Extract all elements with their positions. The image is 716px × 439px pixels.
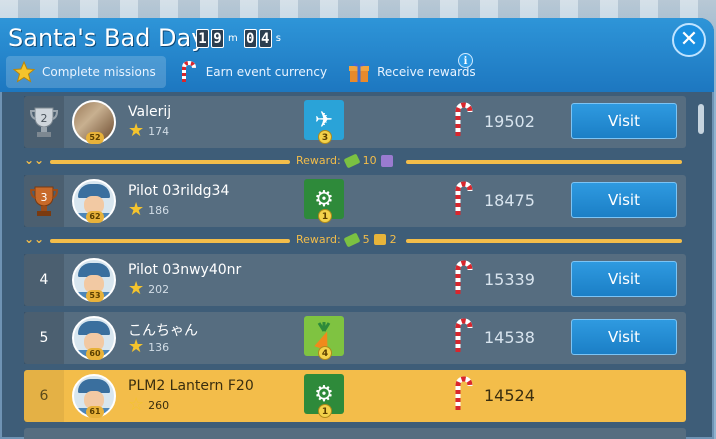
level-badge: 52 <box>86 132 104 144</box>
event-leaderboard-window: Santa's Bad Day 1 9 m 0 4 s Complete mis… <box>0 18 714 439</box>
timer-unit-seconds: s <box>275 33 281 44</box>
player-name: Valerij <box>128 104 172 120</box>
tab-label: Receive rewards <box>377 65 476 79</box>
star-icon: ★ <box>128 336 145 357</box>
reward-info: Reward: 5 2 <box>296 232 397 247</box>
star-icon: ★ <box>128 199 145 220</box>
close-button[interactable]: ✕ <box>672 23 706 57</box>
table-row-current-player: 6 61 PLM2 Lantern F20 ☆ 260 ⚙ 1 14524 <box>24 370 686 422</box>
star-count: ★ 136 <box>128 338 169 356</box>
score: 18475 <box>484 191 535 210</box>
mission-level: 3 <box>318 130 332 144</box>
star-value: 260 <box>148 398 170 412</box>
rank-cell: 2 <box>24 96 64 148</box>
tab-complete-missions[interactable]: Complete missions <box>6 56 166 88</box>
score: 19502 <box>484 112 535 131</box>
event-timer: 1 9 m 0 4 s <box>196 29 285 48</box>
star-count: ★ 186 <box>128 201 169 219</box>
reward-info: Reward: 10 <box>296 153 393 168</box>
tab-earn-event-currency[interactable]: Earn event currency <box>170 56 337 88</box>
star-count: ☆ 260 <box>128 396 169 414</box>
reward-amount: 10 <box>362 154 377 167</box>
gift-icon <box>349 62 370 82</box>
rank-cell: 3 <box>24 175 64 227</box>
timer-digit: 4 <box>258 29 272 48</box>
star-value: 186 <box>148 203 170 217</box>
score: 15339 <box>484 270 535 289</box>
timer-digit: 1 <box>196 29 209 48</box>
tab-label: Earn event currency <box>205 65 328 79</box>
player-name: Pilot 03rildg34 <box>128 183 230 199</box>
star-count: ★ 174 <box>128 122 169 140</box>
candy-cane-icon <box>181 60 196 82</box>
reward-divider: ⌄⌄ Reward: 10 <box>24 151 686 171</box>
ticket-icon <box>343 232 361 247</box>
info-icon[interactable]: i <box>458 53 473 68</box>
star-icon: ☆ <box>128 394 145 415</box>
table-row: 3 62 Pilot 03rildg34 ★ 186 ⚙ 1 18475 Visi… <box>24 175 686 227</box>
candy-cane-icon <box>455 181 473 215</box>
score: 14538 <box>484 328 535 347</box>
scrollbar[interactable] <box>698 104 704 134</box>
gear-icon: ⚙ <box>314 381 334 407</box>
tab-label: Complete missions <box>42 65 156 79</box>
star-value: 202 <box>148 282 170 296</box>
reward-label: Reward: <box>296 233 341 246</box>
rank-number: 6 <box>24 370 64 422</box>
table-row: 5 60 こんちゃん ★ 136 4 14538 Visit <box>24 312 686 364</box>
mission-level: 4 <box>318 346 332 360</box>
table-row: 4 53 Pilot 03nwy40nr ★ 202 15339 Visit <box>24 254 686 306</box>
candy-cane-icon <box>455 376 473 410</box>
bronze-trophy-icon: 3 <box>29 186 59 216</box>
gear-icon: ⚙ <box>314 186 334 212</box>
visit-button[interactable]: Visit <box>571 103 677 139</box>
star-icon: ★ <box>128 120 145 141</box>
timer-unit-minutes: m <box>228 33 238 44</box>
star-value: 174 <box>148 124 170 138</box>
star-count: ★ 202 <box>128 280 169 298</box>
mission-level: 1 <box>318 209 332 223</box>
gift-icon <box>380 154 393 167</box>
candy-cane-icon <box>455 102 473 136</box>
candy-cane-icon <box>455 318 473 352</box>
visit-button[interactable]: Visit <box>571 261 677 297</box>
svg-text:2: 2 <box>41 112 48 125</box>
visit-button[interactable]: Visit <box>571 182 677 218</box>
level-badge: 62 <box>86 211 104 223</box>
tabs: Complete missions Earn event currency Re… <box>6 56 486 88</box>
reward-label: Reward: <box>296 154 341 167</box>
ticket-icon <box>343 153 361 168</box>
table-row: 2 52 Valerij ★ 174 ✈ 3 19502 Visit <box>24 96 686 148</box>
level-badge: 61 <box>86 406 104 418</box>
svg-text:3: 3 <box>41 191 48 204</box>
star-value: 136 <box>148 340 170 354</box>
player-name: Pilot 03nwy40nr <box>128 262 242 278</box>
score: 14524 <box>484 386 535 405</box>
crate-icon <box>373 234 386 245</box>
visit-button[interactable]: Visit <box>571 319 677 355</box>
rank-number: 5 <box>24 312 64 364</box>
level-badge: 60 <box>86 348 104 360</box>
silver-trophy-icon: 2 <box>29 107 59 137</box>
star-icon <box>12 60 36 83</box>
airplane-icon: ✈ <box>314 107 334 133</box>
reward-amount: 5 <box>362 233 370 246</box>
player-name: PLM2 Lantern F20 <box>128 378 254 394</box>
reward-divider: ⌄⌄ Reward: 5 2 <box>24 230 686 250</box>
timer-digit: 9 <box>211 29 224 48</box>
timer-digit: 0 <box>243 29 257 48</box>
mission-level: 1 <box>318 404 332 418</box>
reward-amount: 2 <box>389 233 397 246</box>
candy-cane-icon <box>455 260 473 294</box>
table-row <box>24 428 686 439</box>
page-title: Santa's Bad Day <box>8 24 206 52</box>
star-icon: ★ <box>128 278 145 299</box>
rank-number: 4 <box>24 254 64 306</box>
header: Santa's Bad Day 1 9 m 0 4 s Complete mis… <box>0 18 714 92</box>
chevron-down-icon[interactable]: ⌄⌄ <box>24 232 44 246</box>
chevron-down-icon[interactable]: ⌄⌄ <box>24 153 44 167</box>
level-badge: 53 <box>86 290 104 302</box>
